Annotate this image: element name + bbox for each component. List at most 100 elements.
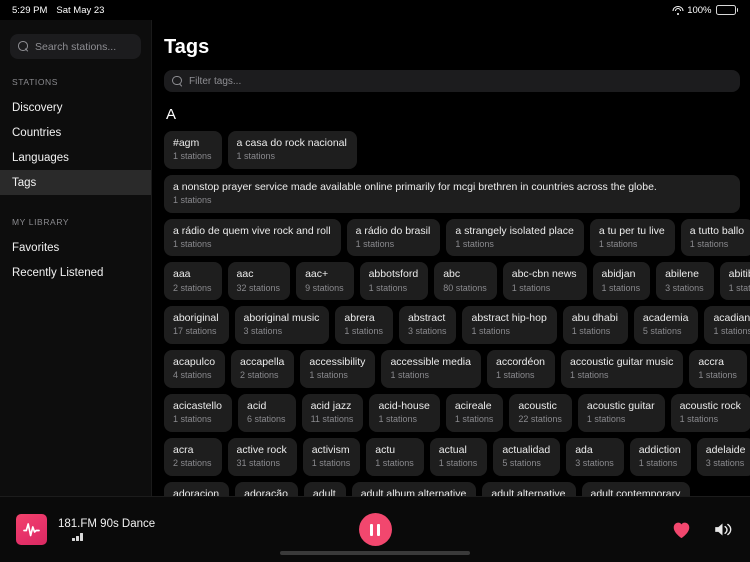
tag-chip[interactable]: aac 32 stations bbox=[227, 262, 291, 301]
tag-chip[interactable]: acid jazz 11 stations bbox=[301, 393, 364, 432]
tag-chip-name: aac+ bbox=[305, 268, 329, 281]
status-bar-right: 100% bbox=[672, 5, 738, 16]
tag-chip-name: adult alternative bbox=[491, 487, 566, 497]
tag-chip[interactable]: acadian 1 stations bbox=[704, 306, 750, 345]
tag-chip[interactable]: active rock 31 stations bbox=[227, 437, 297, 476]
tag-chip[interactable]: abidjan 1 stations bbox=[592, 262, 651, 301]
tag-chip-station-count: 3 stations bbox=[705, 457, 745, 468]
tag-chip[interactable]: accapella 2 stations bbox=[231, 350, 295, 388]
filter-tags-box[interactable] bbox=[164, 70, 740, 92]
tag-chip[interactable]: a rádio do brasil 1 stations bbox=[346, 218, 441, 257]
tag-chip[interactable]: acireale 1 stations bbox=[445, 393, 504, 432]
tag-chip[interactable]: actual 1 stations bbox=[429, 437, 488, 476]
tag-chip-station-count: 1 stations bbox=[344, 326, 383, 337]
tag-chip[interactable]: aboriginal 17 stations bbox=[164, 306, 229, 345]
sidebar-item-recently-listened[interactable]: Recently Listened bbox=[0, 260, 151, 285]
tag-chip[interactable]: aac+ 9 stations bbox=[296, 262, 354, 301]
tag-chip[interactable]: abitibi1 stations bbox=[719, 262, 750, 301]
tag-chip[interactable]: accordéon 1 stations bbox=[486, 350, 556, 388]
tag-row: a rádio de quem vive rock and roll 1 stat… bbox=[164, 218, 750, 257]
tag-chip[interactable]: activism 1 stations bbox=[302, 437, 361, 476]
tag-chip-name: abitibi bbox=[728, 268, 750, 281]
tag-chip[interactable]: abilene 3 stations bbox=[656, 262, 714, 301]
tag-chip[interactable]: abc 80 stations bbox=[434, 262, 497, 301]
sidebar: STATIONS Discovery Countries Languages T… bbox=[0, 20, 170, 496]
tag-chip[interactable]: adult contemporary bbox=[581, 481, 691, 496]
tag-chip-name: a tu per tu live bbox=[598, 224, 665, 237]
tag-chip[interactable]: a rádio de quem vive rock and roll 1 stat… bbox=[164, 218, 341, 257]
tag-chip[interactable]: adult bbox=[303, 481, 346, 496]
player-right-controls bbox=[434, 520, 734, 539]
tag-chip[interactable]: acid-house 1 stations bbox=[369, 393, 440, 432]
tag-chip[interactable]: actu 1 stations bbox=[366, 437, 424, 476]
tag-chip[interactable]: acra 2 stations bbox=[164, 437, 222, 476]
tag-grid: #agm 1 stations a casa do rock nacional 1 s… bbox=[164, 131, 750, 497]
tag-chip[interactable]: acicastello 1 stations bbox=[164, 393, 233, 432]
sidebar-item-countries[interactable]: Countries bbox=[0, 120, 151, 145]
search-stations-box[interactable] bbox=[10, 34, 170, 59]
tag-chip[interactable]: acoustic guitar 1 stations bbox=[577, 393, 665, 432]
tag-chip[interactable]: acid 6 stations bbox=[238, 393, 296, 432]
tag-chip-name: acoustic rock bbox=[679, 399, 741, 412]
tag-chip[interactable]: adoração bbox=[235, 481, 298, 496]
tag-chip[interactable]: a tutto ballo 1 stations bbox=[680, 218, 750, 257]
tag-chip-station-count: 17 stations bbox=[173, 326, 217, 337]
tag-chip[interactable]: #agm 1 stations bbox=[164, 131, 222, 169]
tag-chip-station-count: 1 stations bbox=[698, 370, 737, 381]
tag-chip-station-count: 32 stations bbox=[236, 282, 281, 293]
tag-chip[interactable]: a nonstop prayer service made available … bbox=[164, 174, 740, 213]
tag-chip-station-count: 3 stations bbox=[575, 457, 614, 468]
tag-chip[interactable]: adoracion bbox=[164, 481, 230, 497]
tag-chip[interactable]: adelaide 3 stations bbox=[696, 437, 750, 476]
sidebar-item-discovery[interactable]: Discovery bbox=[0, 95, 151, 120]
tag-chip[interactable]: abstract 3 stations bbox=[398, 306, 457, 345]
tag-chip[interactable]: academia 5 stations bbox=[633, 306, 699, 345]
pause-icon-bar bbox=[376, 523, 381, 536]
tag-chip[interactable]: abstract hip-hop 1 stations bbox=[462, 306, 557, 345]
tag-chip[interactable]: acoustic 22 stations bbox=[509, 393, 572, 432]
tag-chip-name: addiction bbox=[638, 443, 681, 456]
tag-row: aaa 2 stations aac 32 stations aac+ 9 station… bbox=[164, 262, 750, 301]
tag-row: adoracion adoração adult adult album altern… bbox=[164, 481, 740, 497]
tag-chip-name: activism bbox=[311, 443, 350, 456]
now-playing-title: 181.FM 90s Dance bbox=[58, 518, 156, 530]
tag-chip[interactable]: a strangely isolated place 1 stations bbox=[446, 218, 584, 257]
tag-chip-station-count: 31 stations bbox=[236, 457, 281, 468]
tag-chip[interactable]: adult album alternative bbox=[351, 481, 477, 496]
tag-chip[interactable]: actualidad 5 stations bbox=[493, 437, 561, 476]
tag-chip[interactable]: ada 3 stations bbox=[566, 437, 624, 476]
tag-chip[interactable]: accessibility 1 stations bbox=[300, 350, 376, 388]
tag-chip[interactable]: a casa do rock nacional 1 stations bbox=[227, 131, 357, 169]
tag-chip[interactable]: aaa 2 stations bbox=[164, 262, 222, 301]
tag-chip[interactable]: accoustic guitar music 1 stations bbox=[561, 350, 684, 388]
sidebar-item-tags[interactable]: Tags bbox=[0, 170, 151, 195]
tag-chip-name: abc-cbn news bbox=[511, 268, 577, 281]
tag-chip[interactable]: abbotsford 1 stations bbox=[359, 262, 429, 301]
tag-chip[interactable]: abc-cbn news 1 stations bbox=[502, 262, 587, 301]
tag-chip[interactable]: a tu per tu live 1 stations bbox=[589, 218, 675, 257]
tag-chip-name: acid bbox=[247, 399, 267, 412]
filter-tags-input[interactable] bbox=[189, 75, 732, 87]
tag-chip[interactable]: aboriginal music 3 stations bbox=[234, 306, 330, 345]
sidebar-item-languages[interactable]: Languages bbox=[0, 145, 151, 170]
play-pause-button[interactable] bbox=[358, 513, 392, 546]
tag-chip[interactable]: abrera 1 stations bbox=[335, 306, 393, 345]
tag-chip[interactable]: adult alternative bbox=[482, 481, 576, 497]
tag-chip[interactable]: acapulco 4 stations bbox=[164, 350, 226, 388]
tag-chip-station-count: 1 stations bbox=[173, 194, 212, 205]
search-input[interactable] bbox=[35, 40, 170, 53]
speaker-icon[interactable] bbox=[712, 520, 734, 539]
tag-chip-station-count: 1 stations bbox=[638, 457, 678, 468]
tag-chip[interactable]: accra 1 stations bbox=[689, 350, 747, 388]
player-controls bbox=[316, 513, 434, 546]
heart-filled-icon[interactable] bbox=[671, 520, 692, 539]
tag-chip[interactable]: accessible media 1 stations bbox=[381, 350, 481, 388]
sidebar-item-favorites[interactable]: Favorites bbox=[0, 235, 151, 260]
tag-chip[interactable]: abu dhabi 1 stations bbox=[562, 306, 628, 345]
tag-chip[interactable]: acoustic rock 1 stations bbox=[670, 393, 750, 432]
tags-panel: Tags A #agm1 stationsa casa do rock naci… bbox=[152, 20, 750, 496]
tag-chip-station-count: 5 stations bbox=[502, 457, 541, 468]
tag-chip-name: adoracion bbox=[173, 487, 220, 497]
tag-chip[interactable]: addiction 1 stations bbox=[629, 437, 691, 476]
now-playing[interactable]: 181.FM 90s Dance bbox=[16, 514, 316, 545]
